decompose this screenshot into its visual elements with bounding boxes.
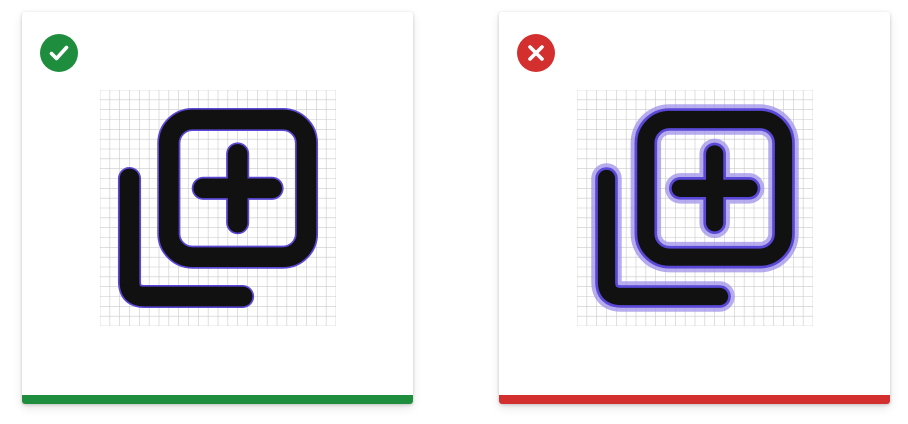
checkmark-badge — [40, 34, 78, 72]
library-add-icon — [100, 90, 336, 326]
library-add-icon — [577, 90, 813, 326]
do-example-card — [22, 12, 413, 404]
checkmark-icon — [40, 34, 78, 72]
icon-on-keyline-grid — [577, 90, 813, 326]
close-icon — [517, 34, 555, 72]
correct-status-bar — [22, 395, 413, 404]
icon-on-keyline-grid — [100, 90, 336, 326]
close-badge — [517, 34, 555, 72]
dont-example-card — [499, 12, 890, 404]
incorrect-status-bar — [499, 395, 890, 404]
